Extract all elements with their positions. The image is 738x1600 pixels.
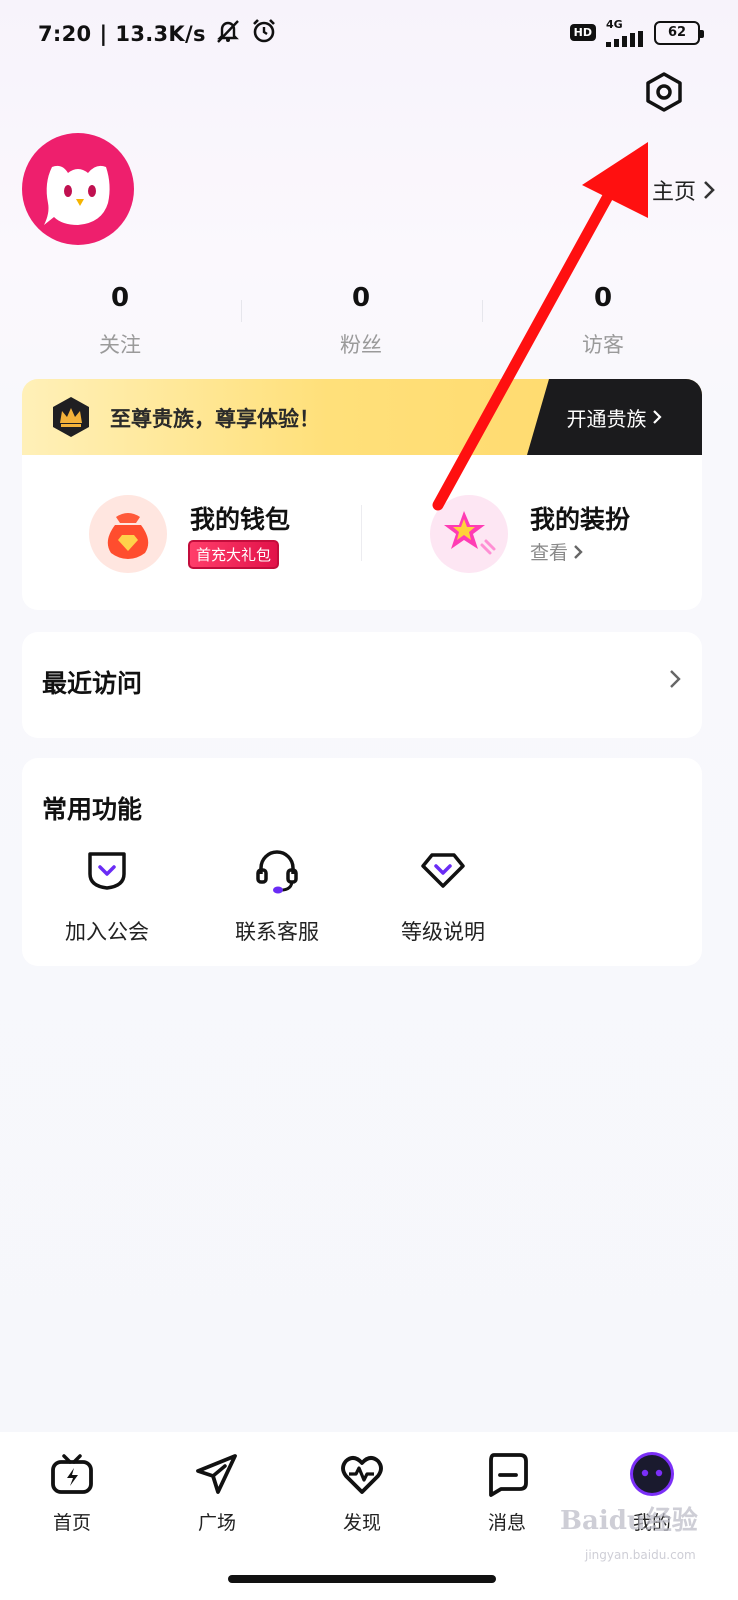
settings-icon xyxy=(646,72,682,112)
recent-visits-title: 最近访问 xyxy=(42,669,143,698)
stat-fans[interactable]: 0 粉丝 xyxy=(281,283,441,359)
tab-label: 首页 xyxy=(52,1512,91,1534)
tab-messages[interactable]: 消息 xyxy=(452,1450,562,1535)
wallet-bag-icon[interactable] xyxy=(89,495,167,573)
mute-bell-icon xyxy=(214,18,242,49)
tab-home[interactable]: 首页 xyxy=(17,1450,127,1535)
crown-icon xyxy=(50,396,92,438)
status-separator: | xyxy=(99,21,108,46)
common-functions-title: 常用功能 xyxy=(42,795,143,824)
open-noble-button[interactable]: 开通贵族 xyxy=(527,379,702,455)
headset-icon xyxy=(256,850,298,894)
status-bar-left: 7:20 | 13.3K/s xyxy=(38,18,278,49)
noble-banner[interactable]: 至尊贵族，尊享体验！ 开通贵族 xyxy=(22,379,702,455)
level-icon xyxy=(421,853,465,888)
homepage-link[interactable]: 主页 xyxy=(652,174,716,206)
guild-icon xyxy=(88,852,126,890)
level-info-button[interactable]: 等级说明 xyxy=(368,846,518,946)
owl-logo-icon xyxy=(44,165,110,225)
outfit-title[interactable]: 我的装扮 xyxy=(530,500,630,536)
avatar[interactable] xyxy=(22,133,134,245)
common-functions-card: 常用功能 加入公会 联系客服 等级说明 xyxy=(22,758,702,966)
divider xyxy=(361,505,362,561)
tab-square[interactable]: 广场 xyxy=(162,1450,272,1535)
wallet-outfit-card: 我的钱包 首充大礼包 我的装扮 查看 xyxy=(22,455,702,610)
chevron-right-icon xyxy=(652,410,662,424)
network-type: 4G xyxy=(606,18,623,31)
tab-label: 广场 xyxy=(197,1512,236,1534)
network-speed: 13.3K/s xyxy=(115,21,206,46)
level-info-label: 等级说明 xyxy=(401,920,485,944)
outfit-view-link[interactable]: 查看 xyxy=(530,538,584,565)
contact-support-button[interactable]: 联系客服 xyxy=(202,846,352,946)
join-guild-button[interactable]: 加入公会 xyxy=(32,846,182,946)
wallet-title[interactable]: 我的钱包 xyxy=(190,500,290,536)
stat-visitors[interactable]: 0 访客 xyxy=(523,283,683,359)
stat-label: 访客 xyxy=(582,333,624,357)
paper-plane-icon xyxy=(196,1454,237,1494)
home-indicator[interactable] xyxy=(228,1575,496,1583)
tab-discover[interactable]: 发现 xyxy=(307,1450,417,1535)
chevron-right-icon xyxy=(704,181,715,199)
hd-badge: HD xyxy=(569,24,596,41)
stat-value: 0 xyxy=(351,283,371,313)
stat-value: 0 xyxy=(593,283,613,313)
join-guild-label: 加入公会 xyxy=(65,920,149,944)
watermark: Baidu经验 xyxy=(560,1506,698,1536)
settings-button[interactable] xyxy=(642,70,686,114)
stat-label: 粉丝 xyxy=(340,333,382,357)
divider xyxy=(241,300,242,322)
status-time: 7:20 xyxy=(38,21,92,46)
tv-icon xyxy=(51,1454,93,1494)
chevron-right-icon xyxy=(668,668,682,694)
stat-label: 关注 xyxy=(99,333,141,357)
noble-banner-text: 至尊贵族，尊享体验！ xyxy=(110,407,320,431)
chevron-right-icon xyxy=(574,544,583,559)
tab-label: 发现 xyxy=(342,1512,381,1534)
homepage-link-label: 主页 xyxy=(651,180,696,205)
heart-pulse-icon xyxy=(341,1456,383,1494)
open-noble-label: 开通贵族 xyxy=(566,406,647,431)
stat-following[interactable]: 0 关注 xyxy=(40,283,200,359)
message-icon xyxy=(489,1453,528,1497)
outfit-view-label: 查看 xyxy=(530,542,569,564)
alarm-icon xyxy=(250,18,278,49)
status-bar-right: HD 4G 62 xyxy=(569,18,704,47)
avatar-icon xyxy=(630,1452,674,1496)
recent-visits-card[interactable]: 最近访问 xyxy=(22,632,702,738)
signal-icon: 4G xyxy=(606,18,644,47)
watermark-url: jingyan.baidu.com xyxy=(585,1548,696,1562)
tab-label: 消息 xyxy=(487,1512,526,1534)
contact-support-label: 联系客服 xyxy=(235,920,319,944)
star-outfit-icon[interactable] xyxy=(430,495,508,573)
stat-value: 0 xyxy=(110,283,130,313)
divider xyxy=(482,300,483,322)
battery-indicator: 62 xyxy=(654,20,704,45)
first-recharge-badge: 首充大礼包 xyxy=(188,540,280,569)
